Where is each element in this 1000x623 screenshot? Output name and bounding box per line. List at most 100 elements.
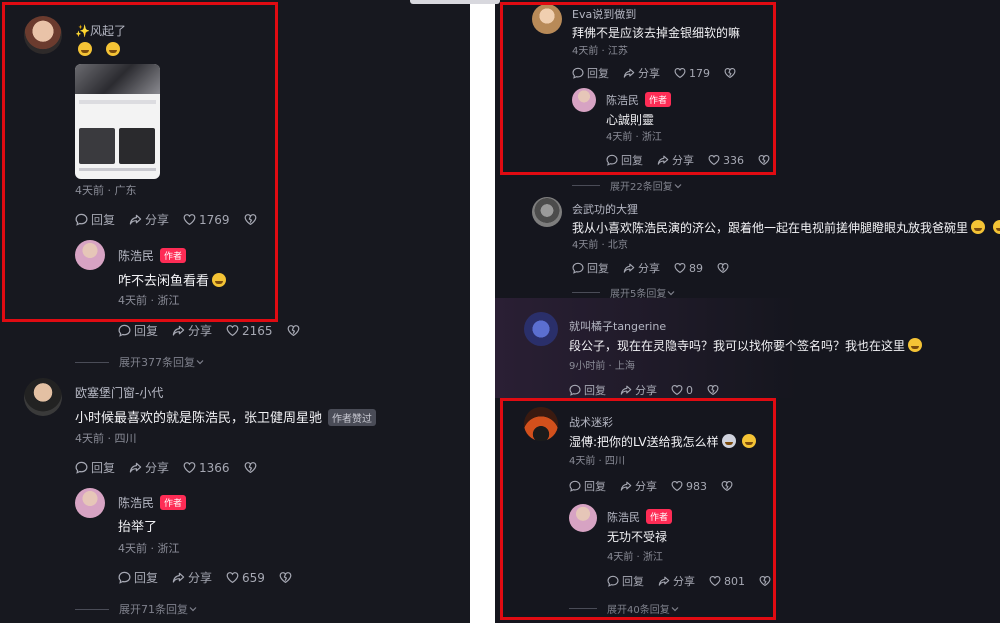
image-photo <box>75 64 160 94</box>
share-button[interactable]: 分享 <box>623 260 660 276</box>
share-button[interactable]: 分享 <box>657 152 694 168</box>
reply-icon <box>572 67 584 79</box>
share-button[interactable]: 分享 <box>172 569 212 586</box>
broken-heart-icon <box>244 213 257 226</box>
commenter-name[interactable]: 陈浩民 作者 <box>606 92 672 108</box>
dislike-button[interactable] <box>721 480 736 492</box>
dislike-button[interactable] <box>287 324 303 337</box>
share-button[interactable]: 分享 <box>129 459 169 476</box>
commenter-name[interactable]: 就叫橘子tangerine <box>569 318 666 334</box>
dislike-button[interactable] <box>717 262 732 274</box>
heart-icon <box>183 213 196 226</box>
heart-icon <box>183 461 196 474</box>
comment-emojis <box>75 42 121 58</box>
like-button[interactable]: 0 <box>671 384 693 397</box>
author-liked-badge: 作者赞过 <box>328 409 377 426</box>
comment-actions: 回复 分享 0 <box>569 382 736 398</box>
comment-actions: 回复 分享 1769 <box>75 211 274 228</box>
dislike-button[interactable] <box>758 154 773 166</box>
reply-button[interactable]: 回复 <box>607 573 644 589</box>
broken-heart-icon <box>707 384 719 396</box>
like-button[interactable]: 801 <box>709 575 745 588</box>
share-button[interactable]: 分享 <box>623 65 660 81</box>
comment-text: 拜佛不是应该去掉金银细软的嘛 <box>572 26 741 40</box>
like-button[interactable]: 336 <box>708 154 744 167</box>
reply-button[interactable]: 回复 <box>606 152 643 168</box>
avatar[interactable] <box>572 88 596 112</box>
like-button[interactable]: 659 <box>226 571 265 585</box>
share-button[interactable]: 分享 <box>620 478 657 494</box>
dislike-button[interactable] <box>279 571 295 584</box>
comment-text: 咋不去闲鱼看看 <box>118 270 227 289</box>
heart-icon <box>674 67 686 79</box>
commenter-name[interactable]: 战术迷彩 <box>569 414 613 430</box>
dislike-button[interactable] <box>244 213 260 226</box>
broken-heart-icon <box>721 480 733 492</box>
reply-button[interactable]: 回复 <box>569 382 606 398</box>
like-button[interactable]: 1366 <box>183 461 230 475</box>
panel-divider <box>470 0 495 623</box>
avatar[interactable] <box>524 407 558 441</box>
share-button[interactable]: 分享 <box>658 573 695 589</box>
share-icon <box>623 67 635 79</box>
avatar[interactable] <box>524 312 558 346</box>
laughing-emoji-icon <box>993 220 1000 234</box>
expand-replies-button[interactable]: 展开377条回复 <box>75 354 205 370</box>
dislike-button[interactable] <box>244 461 260 474</box>
commenter-name[interactable]: 欧塞堡门窗-小代 <box>75 384 163 401</box>
reply-button[interactable]: 回复 <box>572 260 609 276</box>
reply-button[interactable]: 回复 <box>118 322 158 339</box>
heart-icon <box>671 384 683 396</box>
expand-replies-button[interactable]: 展开22条回复 <box>572 178 683 193</box>
divider <box>75 608 109 610</box>
comment-time-location: 4天前 · 浙江 <box>118 542 180 555</box>
reply-button[interactable]: 回复 <box>75 211 115 228</box>
commenter-name[interactable]: 会武功的大狸 <box>572 201 638 217</box>
broken-heart-icon <box>279 571 292 584</box>
reply-button[interactable]: 回复 <box>569 478 606 494</box>
author-badge: 作者 <box>646 509 673 524</box>
comment-image[interactable] <box>75 64 160 179</box>
avatar[interactable] <box>24 378 62 416</box>
laughing-emoji-icon <box>908 338 923 352</box>
share-button[interactable]: 分享 <box>129 211 169 228</box>
avatar[interactable] <box>75 240 105 270</box>
avatar[interactable] <box>75 488 105 518</box>
author-badge: 作者 <box>645 92 672 107</box>
commenter-name[interactable]: 陈浩民 作者 <box>118 494 187 511</box>
dislike-button[interactable] <box>724 67 739 79</box>
share-button[interactable]: 分享 <box>620 382 657 398</box>
reply-button[interactable]: 回复 <box>572 65 609 81</box>
like-button[interactable]: 179 <box>674 67 710 80</box>
avatar[interactable] <box>569 504 597 532</box>
commenter-name[interactable]: Eva说到做到 <box>572 6 636 22</box>
laughing-emoji-icon <box>741 434 756 448</box>
expand-replies-button[interactable]: 展开40条回复 <box>569 601 680 616</box>
reply-icon <box>118 324 131 337</box>
share-button[interactable]: 分享 <box>172 322 212 339</box>
avatar[interactable] <box>24 16 62 54</box>
avatar[interactable] <box>532 4 562 34</box>
like-button[interactable]: 2165 <box>226 324 273 338</box>
reply-button[interactable]: 回复 <box>118 569 158 586</box>
like-button[interactable]: 1769 <box>183 213 230 227</box>
heart-icon <box>226 571 239 584</box>
reply-button[interactable]: 回复 <box>75 459 115 476</box>
commenter-name[interactable]: 陈浩民 作者 <box>607 509 673 525</box>
share-icon <box>172 324 185 337</box>
dislike-button[interactable] <box>759 575 774 587</box>
reply-icon <box>75 461 88 474</box>
dislike-button[interactable] <box>707 384 722 396</box>
like-button[interactable]: 983 <box>671 480 707 493</box>
like-button[interactable]: 89 <box>674 262 703 275</box>
expand-replies-button[interactable]: 展开71条回复 <box>75 601 198 617</box>
chevron-down-icon <box>670 604 680 614</box>
comment-time-location: 4天前 · 浙江 <box>607 552 663 563</box>
commenter-name[interactable]: ✨风起了 <box>75 22 126 39</box>
laughing-emoji-icon <box>106 42 121 56</box>
comment-actions: 回复 分享 659 <box>118 569 309 586</box>
commenter-name[interactable]: 陈浩民 作者 <box>118 247 187 264</box>
avatar[interactable] <box>532 197 562 227</box>
comment-time-location: 9小时前 · 上海 <box>569 361 635 372</box>
comment-text: 心誠則靈 <box>606 113 655 127</box>
